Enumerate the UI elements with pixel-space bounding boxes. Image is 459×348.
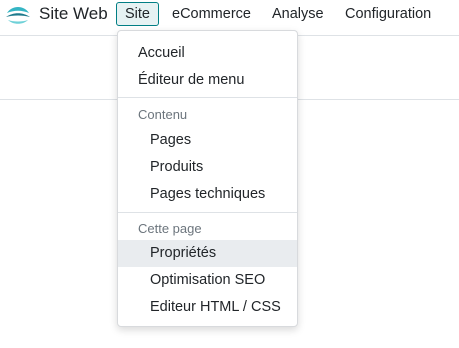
menu-item-accueil[interactable]: Accueil: [118, 40, 297, 67]
menu-item-pages[interactable]: Pages: [118, 127, 297, 154]
website-app-logo-icon[interactable]: [5, 2, 31, 28]
nav-menu-analyse[interactable]: Analyse: [264, 2, 332, 26]
menu-divider: [118, 212, 297, 213]
section-header-contenu: Contenu: [138, 107, 188, 122]
menu-divider: [118, 97, 297, 98]
menu-item-editeur-html-css[interactable]: Editeur HTML / CSS: [118, 294, 297, 321]
menu-item-proprietes[interactable]: Propriétés: [118, 240, 297, 267]
menu-item-pages-techniques[interactable]: Pages techniques: [118, 181, 297, 208]
site-dropdown-menu: Accueil Éditeur de menu Contenu Pages Pr…: [117, 30, 298, 327]
nav-menu-configuration[interactable]: Configuration: [337, 2, 439, 26]
nav-menu-ecommerce[interactable]: eCommerce: [164, 2, 259, 26]
section-header-cette-page: Cette page: [138, 221, 202, 236]
nav-menu-site[interactable]: Site: [116, 2, 159, 26]
menu-item-produits[interactable]: Produits: [118, 154, 297, 181]
app-name[interactable]: Site Web: [39, 4, 108, 24]
menu-item-editeur-de-menu[interactable]: Éditeur de menu: [118, 67, 297, 94]
menu-item-optimisation-seo[interactable]: Optimisation SEO: [118, 267, 297, 294]
